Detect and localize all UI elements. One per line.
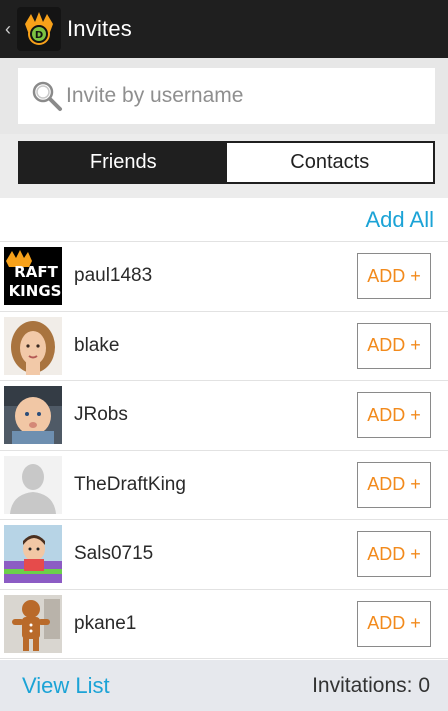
add-all-button[interactable]: Add All	[366, 207, 435, 233]
draftkings-crown-icon[interactable]: D	[17, 7, 61, 51]
svg-text:RAFT: RAFT	[14, 263, 58, 281]
add-friend-button[interactable]: ADD +	[357, 461, 431, 508]
username: Sals0715	[74, 543, 154, 565]
draftkings-logo-avatar: RAFT KINGS	[4, 247, 62, 306]
list-item: Sals0715 ADD +	[0, 520, 448, 590]
invitations-count: Invitations: 0	[312, 673, 430, 697]
back-chevron-icon[interactable]: ‹	[1, 0, 15, 58]
add-friend-button[interactable]: ADD +	[357, 253, 431, 300]
username: paul1483	[74, 265, 153, 287]
invites-screen: ‹ D Invites Invite by username Friends C…	[0, 0, 448, 711]
add-friend-button[interactable]: ADD +	[357, 322, 431, 369]
username: pkane1	[74, 612, 137, 634]
child-photo-avatar	[4, 525, 62, 584]
username: JRobs	[74, 404, 128, 426]
add-friend-button[interactable]: ADD +	[357, 531, 431, 578]
search-input[interactable]: Invite by username	[18, 68, 435, 124]
list-item: RAFT KINGS paul1483 ADD +	[0, 242, 448, 312]
add-friend-button[interactable]: ADD +	[357, 392, 431, 439]
footer-bar: View List Invitations: 0	[0, 660, 448, 711]
action-bar: ‹ D Invites	[0, 0, 448, 58]
view-list-link[interactable]: View List	[22, 673, 110, 699]
tab-contacts[interactable]: Contacts	[226, 143, 433, 182]
default-silhouette-avatar	[4, 455, 62, 514]
svg-text:D: D	[35, 30, 43, 41]
friends-list: Add All RAFT KINGS paul1483 ADD + blake …	[0, 198, 448, 660]
list-item: blake ADD +	[0, 312, 448, 381]
add-all-row: Add All	[0, 198, 448, 242]
list-item: JRobs ADD +	[0, 381, 448, 451]
list-item: TheDraftKing ADD +	[0, 451, 448, 520]
tab-bar: Friends Contacts	[0, 134, 448, 190]
gingerbread-photo-avatar	[4, 594, 62, 653]
tab-friends[interactable]: Friends	[20, 143, 227, 182]
username: blake	[74, 334, 120, 356]
username: TheDraftKing	[74, 473, 186, 495]
search-icon	[32, 81, 62, 111]
search-section: Invite by username	[0, 58, 448, 134]
woman-photo-avatar	[4, 316, 62, 375]
svg-text:KINGS: KINGS	[9, 282, 62, 300]
search-placeholder: Invite by username	[66, 84, 244, 107]
segmented-control: Friends Contacts	[18, 141, 435, 184]
add-friend-button[interactable]: ADD +	[357, 600, 431, 647]
page-title: Invites	[67, 16, 132, 41]
baby-photo-avatar	[4, 386, 62, 445]
list-item: pkane1 ADD +	[0, 590, 448, 659]
